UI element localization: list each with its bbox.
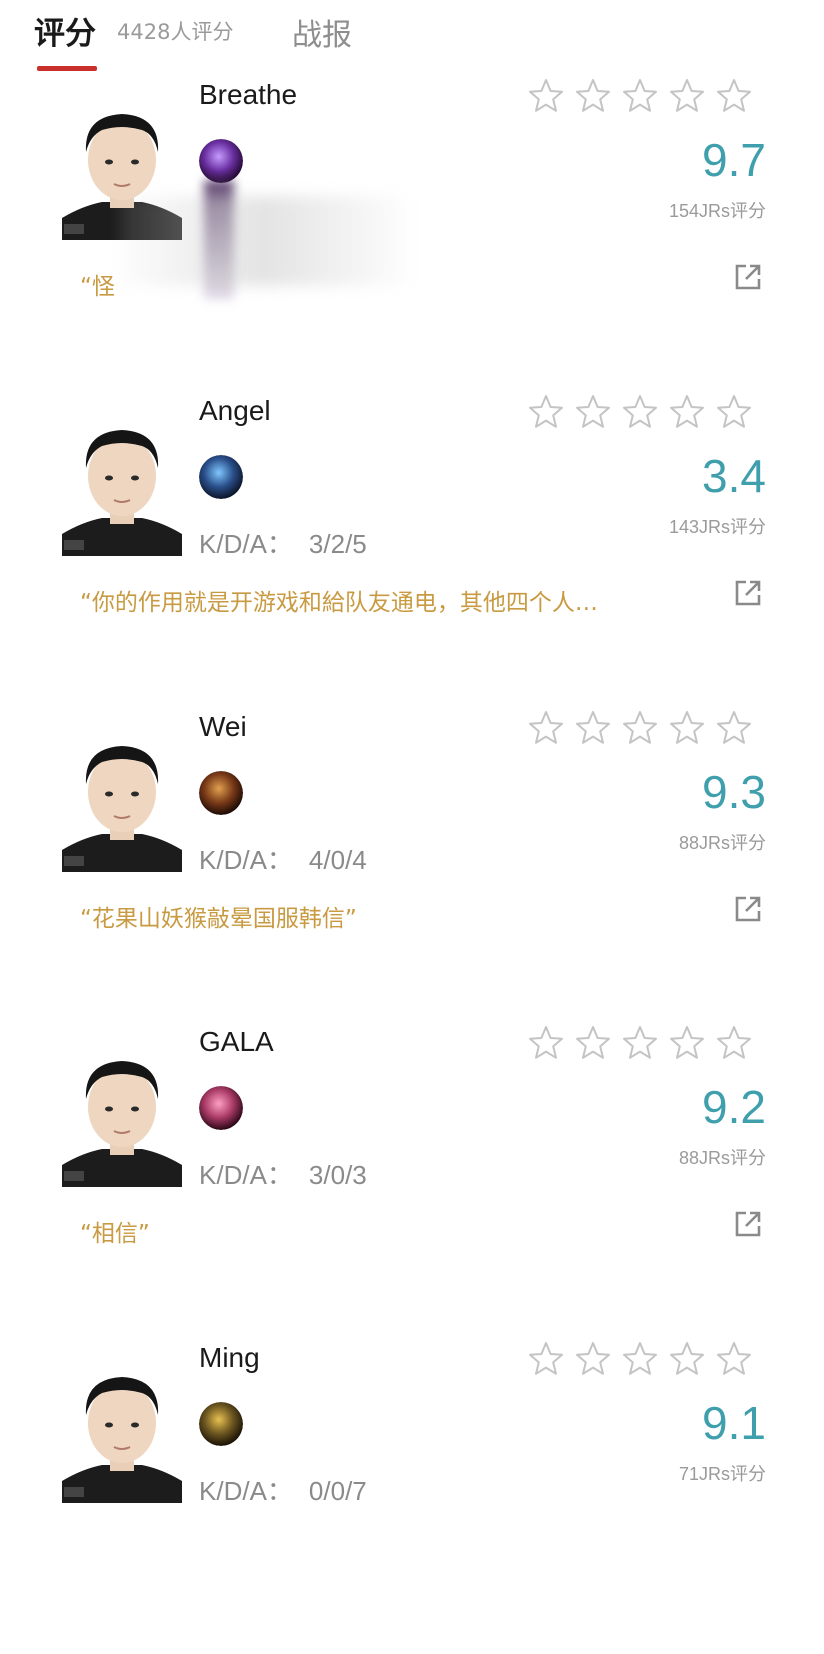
rating-stars[interactable]	[527, 1340, 767, 1380]
share-icon[interactable]	[733, 262, 763, 292]
rating-star-icon[interactable]	[621, 77, 659, 115]
rating-star-icon[interactable]	[621, 709, 659, 747]
kda-row	[199, 208, 215, 239]
rating-stars[interactable]	[527, 709, 767, 749]
top-comment[interactable]: “花果山妖猴敲晕国服韩信”	[80, 899, 357, 933]
kda-value: 0/0/7	[308, 1476, 367, 1506]
rating-stars[interactable]	[527, 77, 767, 117]
rating-star-icon[interactable]	[668, 1024, 706, 1062]
player-score: 3.4	[702, 450, 766, 502]
rating-count-label: 88JRs评分	[678, 833, 766, 853]
tab-bar: 评分 4428人评分 战报	[0, 0, 824, 75]
player-card: Angel K/D/A： 3/2/5 3.4 143JRs评分 “你的作用就是开游…	[0, 391, 824, 707]
player-name: Breathe	[199, 79, 298, 110]
kda-label: K/D/A：	[199, 1476, 293, 1506]
share-icon[interactable]	[733, 578, 763, 608]
rating-star-icon[interactable]	[715, 709, 753, 747]
player-score: 9.7	[702, 134, 766, 186]
rating-star-icon[interactable]	[621, 1340, 659, 1378]
player-photo	[62, 722, 182, 872]
player-score: 9.1	[702, 1397, 766, 1449]
rating-star-icon[interactable]	[715, 77, 753, 115]
player-card: GALA K/D/A： 3/0/3 9.2 88JRs评分 “相信”	[0, 1022, 824, 1338]
hero-gold-icon	[199, 1402, 243, 1446]
rating-star-icon[interactable]	[621, 1024, 659, 1062]
rating-star-icon[interactable]	[574, 1024, 612, 1062]
rating-star-icon[interactable]	[668, 1340, 706, 1378]
player-card: Ming K/D/A： 0/0/7 9.1 71JRs评分	[0, 1338, 824, 1654]
kda-value: 3/2/5	[308, 529, 367, 559]
rating-star-icon[interactable]	[527, 393, 565, 431]
rating-star-icon[interactable]	[715, 393, 753, 431]
player-name: Ming	[199, 1342, 260, 1373]
tab-report[interactable]: 战报	[292, 10, 352, 54]
kda-value: 4/0/4	[308, 845, 367, 875]
player-name: Angel	[199, 395, 271, 426]
rating-count-label: 143JRs评分	[668, 517, 766, 537]
active-tab-indicator	[37, 66, 97, 71]
hero-purple-icon	[199, 139, 243, 183]
kda-label: K/D/A：	[199, 845, 293, 875]
rating-star-icon[interactable]	[574, 1340, 612, 1378]
rating-count-label: 88JRs评分	[678, 1148, 766, 1168]
hero-monkey-icon	[199, 771, 243, 815]
kda-row: K/D/A： 4/0/4	[199, 840, 367, 877]
rating-star-icon[interactable]	[527, 1024, 565, 1062]
tab-rating[interactable]: 评分	[34, 8, 96, 53]
kda-row: K/D/A： 3/2/5	[199, 524, 367, 561]
rating-stars[interactable]	[527, 1024, 767, 1064]
rating-star-icon[interactable]	[574, 393, 612, 431]
share-icon[interactable]	[733, 894, 763, 924]
player-photo	[62, 1353, 182, 1503]
rating-star-icon[interactable]	[715, 1024, 753, 1062]
rating-star-icon[interactable]	[574, 709, 612, 747]
rating-stars[interactable]	[527, 393, 767, 433]
kda-label: K/D/A：	[199, 529, 293, 559]
kda-row: K/D/A： 3/0/3	[199, 1155, 367, 1192]
rating-star-icon[interactable]	[574, 77, 612, 115]
player-score: 9.3	[702, 766, 766, 818]
player-card: Breathe 9.7 154JRs评分 “怪	[0, 75, 824, 391]
rating-star-icon[interactable]	[668, 77, 706, 115]
player-card: Wei K/D/A： 4/0/4 9.3 88JRs评分 “花果山妖猴敲晕国服韩信…	[0, 707, 824, 1023]
hero-blue-icon	[199, 455, 243, 499]
rating-star-icon[interactable]	[527, 77, 565, 115]
player-photo	[62, 406, 182, 556]
top-comment[interactable]: “你的作用就是开游戏和給队友通电，其他四个人…	[80, 583, 598, 617]
player-name: GALA	[199, 1026, 274, 1057]
kda-row: K/D/A： 0/0/7	[199, 1471, 367, 1508]
hero-pink-icon	[199, 1086, 243, 1130]
kda-value: 3/0/3	[308, 1160, 367, 1190]
rating-star-icon[interactable]	[668, 393, 706, 431]
rating-star-icon[interactable]	[527, 1340, 565, 1378]
player-photo	[62, 1037, 182, 1187]
top-comment[interactable]: “怪	[80, 267, 115, 301]
player-name: Wei	[199, 711, 247, 742]
rating-count-label: 154JRs评分	[668, 201, 766, 221]
rating-star-icon[interactable]	[715, 1340, 753, 1378]
rating-count-label: 71JRs评分	[678, 1464, 766, 1484]
share-icon[interactable]	[733, 1209, 763, 1239]
rating-star-icon[interactable]	[621, 393, 659, 431]
player-score: 9.2	[702, 1081, 766, 1133]
rating-star-icon[interactable]	[668, 709, 706, 747]
player-photo	[62, 90, 182, 240]
rating-star-icon[interactable]	[527, 709, 565, 747]
kda-label: K/D/A：	[199, 1160, 293, 1190]
rating-count: 4428人评分	[117, 20, 234, 44]
top-comment[interactable]: “相信”	[80, 1214, 150, 1248]
